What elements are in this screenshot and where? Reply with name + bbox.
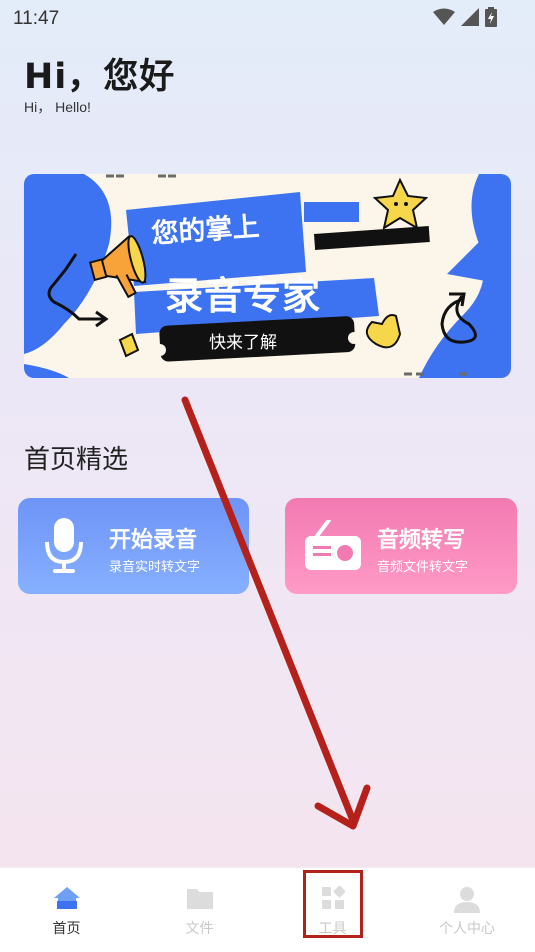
tab-label: 个人中心 [439,921,495,937]
tab-files[interactable]: 文件 [133,868,266,952]
audio-transcription-card[interactable]: 音频转写 音频文件转文字 [285,498,517,594]
tab-profile[interactable]: 个人中心 [399,868,535,952]
tab-home[interactable]: 首页 [0,868,133,952]
status-time: 11:47 [13,8,60,29]
start-recording-card[interactable]: 开始录音 录音实时转文字 [18,498,249,594]
banner-headline-1: 您的掌上 [150,211,261,250]
bottom-tab-bar: 首页 文件 工具 个人中心 [0,867,535,952]
greeting-subtitle: Hi， Hello! [24,99,91,115]
card-subtitle: 音频文件转文字 [377,560,469,575]
banner-cta[interactable]: 快来了解 [209,328,277,353]
card-title: 开始录音 [109,528,198,553]
home-icon [53,887,80,909]
folder-icon [186,889,213,909]
tools-icon [321,886,345,909]
person-icon [454,887,480,913]
status-bar: 11:47 [0,0,535,36]
radio-icon [305,520,361,570]
card-subtitle: 录音实时转文字 [109,560,201,575]
banner-headline-2: 录音专家 [165,274,322,318]
signal-icon [461,8,479,26]
section-title: 首页精选 [24,445,129,475]
tab-label: 工具 [318,921,347,937]
microphone-icon [45,518,83,573]
card-title: 音频转写 [377,528,466,553]
status-icons [433,7,497,27]
greeting-title: Hi，您好 [24,57,176,97]
battery-icon [485,7,497,27]
tab-tools[interactable]: 工具 [266,868,399,952]
tab-label: 文件 [185,921,214,937]
wifi-icon [433,8,455,25]
tab-label: 首页 [52,921,81,937]
